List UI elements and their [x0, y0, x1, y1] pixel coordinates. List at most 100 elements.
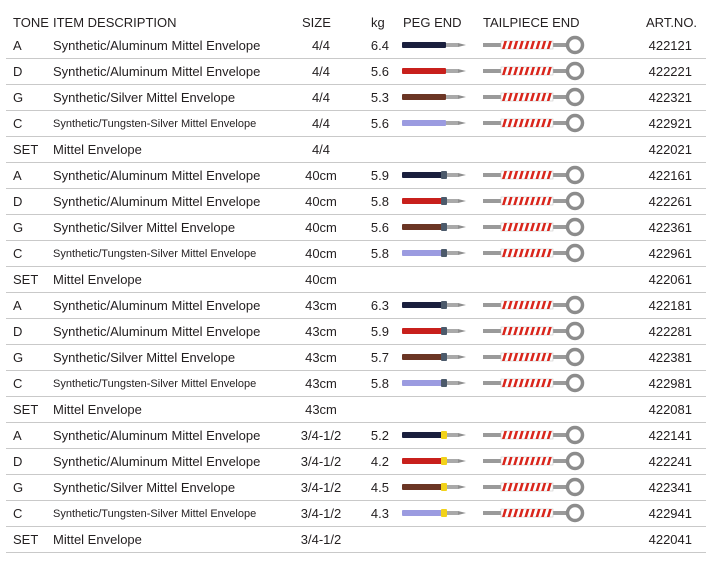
tailpiece-end [483, 450, 585, 472]
row-art-no: 422361 [648, 220, 692, 235]
tailpiece-end-icon [483, 217, 585, 237]
header-size: SIZE [302, 15, 331, 30]
header-item-description: ITEM DESCRIPTION [53, 15, 177, 30]
peg-end [402, 195, 466, 207]
row-description: Synthetic/Aluminum Mittel Envelope [53, 428, 261, 443]
row-tone: SET [13, 142, 39, 157]
row-description: Synthetic/Aluminum Mittel Envelope [53, 168, 261, 183]
table-row: D Synthetic/Aluminum Mittel Envelope 43cm 5… [6, 318, 706, 345]
row-size: 4/4 [311, 38, 331, 53]
row-size: 4/4 [311, 64, 331, 79]
row-art-no: 422021 [648, 142, 692, 157]
tailpiece-end [483, 320, 585, 342]
row-description: Synthetic/Tungsten-Silver Mittel Envelop… [53, 118, 257, 130]
peg-end-icon [402, 42, 466, 48]
row-size: 4/4 [311, 142, 331, 157]
peg-end [402, 377, 466, 389]
row-art-no: 422141 [648, 428, 692, 443]
row-tone: SET [13, 532, 39, 547]
peg-end [402, 91, 466, 103]
row-tone: G [13, 90, 24, 105]
row-description: Synthetic/Tungsten-Silver Mittel Envelop… [53, 378, 257, 390]
table-row: SET Mittel Envelope 43cm 422081 [6, 396, 706, 423]
row-tone: D [13, 194, 23, 209]
table-row: A Synthetic/Aluminum Mittel Envelope 43cm 6… [6, 292, 706, 319]
row-size: 43cm [305, 376, 337, 391]
row-art-no: 422161 [648, 168, 692, 183]
peg-end [402, 325, 466, 337]
peg-end [402, 481, 466, 493]
row-kg: 5.6 [370, 64, 389, 79]
table-row: A Synthetic/Aluminum Mittel Envelope 40cm 5… [6, 162, 706, 189]
row-tone: D [13, 324, 23, 339]
row-description: Mittel Envelope [53, 402, 142, 417]
tailpiece-end [483, 294, 585, 316]
row-kg: 5.8 [370, 246, 389, 261]
row-art-no: 422981 [648, 376, 692, 391]
row-art-no: 422041 [648, 532, 692, 547]
tailpiece-end-icon [483, 347, 585, 367]
row-art-no: 422121 [648, 38, 692, 53]
peg-end [402, 221, 466, 233]
peg-end [402, 351, 466, 363]
row-description: Synthetic/Tungsten-Silver Mittel Envelop… [53, 248, 257, 260]
tailpiece-end [483, 164, 585, 186]
peg-end [402, 117, 466, 129]
row-tone: C [13, 506, 23, 521]
tailpiece-end [483, 60, 585, 82]
table-row: A Synthetic/Aluminum Mittel Envelope 4/4 6.… [6, 32, 706, 59]
row-art-no: 422221 [648, 64, 692, 79]
peg-end [402, 299, 466, 311]
tailpiece-end [483, 476, 585, 498]
row-kg: 5.2 [370, 428, 389, 443]
row-tone: G [13, 480, 24, 495]
tailpiece-end [483, 346, 585, 368]
peg-end-icon [402, 171, 466, 179]
peg-end-icon [402, 457, 466, 465]
peg-end [402, 507, 466, 519]
row-size: 40cm [305, 194, 337, 209]
peg-end-icon [402, 249, 466, 257]
peg-end [402, 39, 466, 51]
peg-end-icon [402, 223, 466, 231]
row-kg: 5.8 [370, 376, 389, 391]
header-peg-end: PEG END [403, 15, 462, 30]
row-size: 43cm [305, 402, 337, 417]
row-art-no: 422061 [648, 272, 692, 287]
row-description: Mittel Envelope [53, 272, 142, 287]
row-size: 40cm [305, 168, 337, 183]
row-description: Mittel Envelope [53, 532, 142, 547]
peg-end-icon [402, 509, 466, 517]
row-kg: 6.3 [370, 298, 389, 313]
tailpiece-end [483, 372, 585, 394]
row-kg: 4.2 [370, 454, 389, 469]
table-row: G Synthetic/Silver Mittel Envelope 3/4-1/2… [6, 474, 706, 501]
peg-end [402, 247, 466, 259]
row-kg: 4.3 [370, 506, 389, 521]
peg-end [402, 169, 466, 181]
row-art-no: 422321 [648, 90, 692, 105]
table-row: A Synthetic/Aluminum Mittel Envelope 3/4-1… [6, 422, 706, 449]
peg-end-icon [402, 431, 466, 439]
peg-end-icon [402, 301, 466, 309]
row-art-no: 422921 [648, 116, 692, 131]
table-row: SET Mittel Envelope 4/4 422021 [6, 136, 706, 163]
table-row: D Synthetic/Aluminum Mittel Envelope 3/4-1… [6, 448, 706, 475]
row-size: 43cm [305, 350, 337, 365]
row-kg: 6.4 [370, 38, 389, 53]
row-description: Synthetic/Silver Mittel Envelope [53, 350, 236, 365]
table-row: D Synthetic/Aluminum Mittel Envelope 40cm 5… [6, 188, 706, 215]
tailpiece-end-icon [483, 503, 585, 523]
row-size: 40cm [305, 272, 337, 287]
table-row: C Synthetic/Tungsten-Silver Mittel Envelo… [6, 500, 706, 527]
row-kg: 5.9 [370, 168, 389, 183]
table-row: C Synthetic/Tungsten-Silver Mittel Envelo… [6, 240, 706, 267]
row-size: 3/4-1/2 [300, 454, 342, 469]
row-art-no: 422381 [648, 350, 692, 365]
row-description: Synthetic/Silver Mittel Envelope [53, 480, 236, 495]
row-description: Synthetic/Tungsten-Silver Mittel Envelop… [53, 508, 257, 520]
row-size: 4/4 [311, 90, 331, 105]
tailpiece-end-icon [483, 373, 585, 393]
row-size: 3/4-1/2 [300, 428, 342, 443]
row-tone: SET [13, 272, 39, 287]
